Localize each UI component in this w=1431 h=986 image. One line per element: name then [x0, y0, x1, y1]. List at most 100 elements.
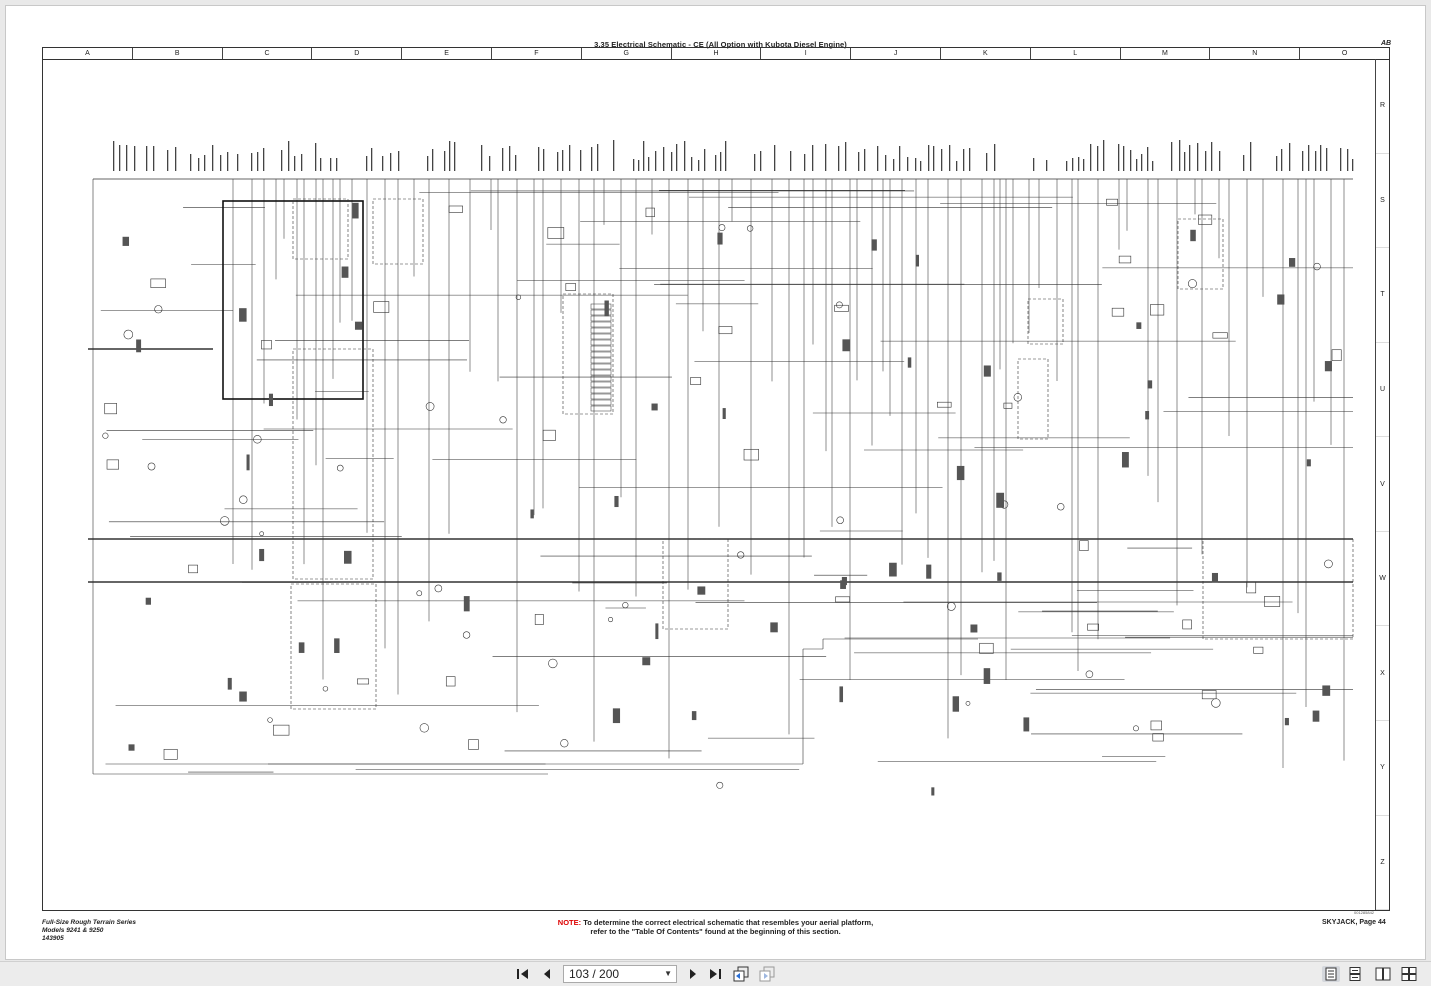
component — [835, 596, 850, 603]
wire-label — [1123, 146, 1125, 171]
wire-label — [1141, 154, 1143, 171]
note-label: NOTE: — [557, 918, 582, 927]
wire-label — [804, 154, 806, 171]
component-label — [842, 339, 851, 352]
component-label — [334, 638, 340, 653]
component-label — [691, 711, 697, 721]
component-label — [1284, 717, 1289, 726]
component-label — [341, 266, 349, 278]
wire-label — [1197, 143, 1199, 171]
wire-label — [725, 141, 727, 171]
connector — [154, 305, 163, 314]
wire-label — [119, 145, 121, 171]
wire-label — [146, 146, 148, 171]
wire-label — [1219, 151, 1221, 171]
connector — [220, 516, 230, 526]
component — [1198, 214, 1213, 225]
connector — [1057, 503, 1065, 511]
wire-label — [320, 158, 322, 171]
schematic-frame: ABCDEFGHIJKLMN O RSTUVWXYZ — [42, 47, 1390, 911]
component — [106, 459, 119, 470]
wiring-diagram — [88, 140, 1354, 796]
component — [979, 642, 994, 654]
footer-note: NOTE: To determine the correct electrica… — [0, 918, 1431, 936]
forward-view-icon — [759, 966, 775, 982]
column-label: M — [1121, 48, 1211, 59]
column-label: H — [672, 48, 762, 59]
wire-label — [885, 155, 887, 171]
component-label — [1145, 411, 1150, 420]
component-label — [1324, 361, 1332, 372]
component-label — [1211, 572, 1219, 583]
component — [448, 205, 463, 213]
wire-label — [633, 159, 635, 171]
column-label: E — [402, 48, 492, 59]
component-label — [268, 393, 273, 407]
connector — [560, 739, 569, 748]
two-page-continuous-view-button[interactable] — [1400, 966, 1418, 982]
connector — [622, 602, 629, 609]
component — [445, 676, 456, 687]
wire-label — [1320, 145, 1322, 171]
wire-label — [838, 146, 840, 171]
component-label — [717, 232, 723, 245]
component-label — [1136, 322, 1142, 329]
connector — [608, 617, 614, 623]
component — [468, 739, 479, 750]
wire-label — [1347, 149, 1349, 171]
connector — [548, 658, 558, 669]
last-page-button[interactable] — [706, 966, 724, 982]
component-label — [614, 495, 619, 508]
component-label — [996, 492, 1005, 508]
wire-label — [113, 141, 115, 171]
component-label — [770, 622, 778, 633]
connector — [434, 584, 443, 593]
continuous-view-button[interactable] — [1346, 966, 1364, 982]
wire-label — [956, 161, 958, 171]
wire-label — [1147, 147, 1149, 171]
wire-label — [315, 143, 317, 171]
single-page-view-button[interactable] — [1322, 966, 1340, 982]
component-label — [1023, 717, 1030, 732]
component — [542, 429, 556, 441]
component — [645, 207, 655, 218]
page-selector[interactable]: 103 / 200 ▼ — [563, 965, 677, 983]
first-page-button[interactable] — [514, 966, 532, 982]
wire-label — [509, 146, 511, 171]
previous-page-button[interactable] — [538, 966, 556, 982]
wire-label — [1308, 145, 1310, 171]
two-page-view-button[interactable] — [1374, 966, 1392, 982]
component-label — [463, 596, 470, 612]
wire-label — [1066, 161, 1068, 171]
connector — [419, 723, 429, 733]
wire-label — [382, 156, 384, 171]
next-page-icon — [690, 969, 696, 979]
component — [1111, 307, 1125, 317]
connector — [1187, 279, 1197, 289]
wire-label — [263, 148, 265, 171]
go-back-view-button[interactable] — [732, 966, 750, 982]
component-label — [344, 550, 352, 564]
column-label: O — [1341, 50, 1348, 57]
wire-label — [638, 160, 640, 171]
component-label — [722, 408, 726, 420]
column-label: F — [492, 48, 582, 59]
wire-label — [366, 156, 368, 171]
go-forward-view-button[interactable] — [758, 966, 776, 982]
wire-label — [920, 161, 922, 171]
column-label: C — [223, 48, 313, 59]
wire-label — [1033, 158, 1035, 171]
component-group — [1202, 538, 1354, 640]
wire-label — [1189, 145, 1191, 171]
component — [1118, 255, 1132, 264]
wire-label — [294, 156, 296, 171]
previous-page-icon — [544, 969, 550, 979]
first-page-icon — [517, 969, 528, 979]
wire-label — [569, 145, 571, 171]
next-page-button[interactable] — [684, 966, 702, 982]
wire-label — [134, 146, 136, 171]
component-label — [1277, 294, 1285, 305]
component-label — [907, 357, 912, 368]
wire-label — [663, 147, 665, 171]
wire-label — [893, 159, 895, 171]
